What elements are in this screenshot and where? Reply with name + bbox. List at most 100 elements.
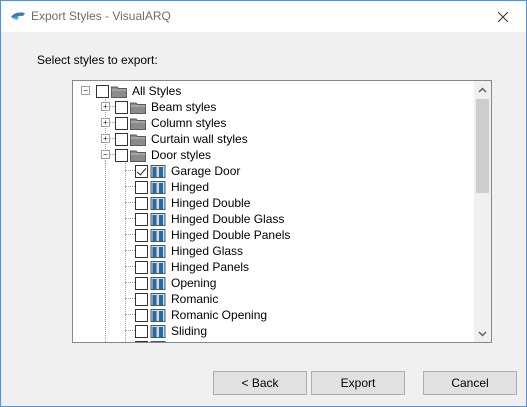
door-style-icon xyxy=(150,340,166,342)
checkbox[interactable] xyxy=(135,292,148,306)
checkbox[interactable] xyxy=(135,244,148,258)
door-style-icon xyxy=(150,276,166,290)
tree-node-label: Hinged Glass xyxy=(171,244,244,258)
dialog-window: Export Styles - VisualARQ Select styles … xyxy=(0,0,527,407)
tree-node-label: All Styles xyxy=(132,84,182,98)
tree-node-label: Hinged xyxy=(171,180,210,194)
checkbox[interactable] xyxy=(135,324,148,338)
tree-node-label: Beam styles xyxy=(151,100,217,114)
tree-line xyxy=(125,282,135,283)
expand-icon[interactable]: + xyxy=(101,102,110,111)
scroll-up-button[interactable] xyxy=(474,81,491,98)
tree-node-curtain-wall-styles[interactable]: Curtain wall styles xyxy=(115,131,248,147)
checkbox[interactable] xyxy=(135,212,148,226)
tree-node-beam-styles[interactable]: Beam styles xyxy=(115,99,216,115)
door-style-icon xyxy=(150,180,166,194)
folder-icon xyxy=(111,86,127,98)
checkbox[interactable] xyxy=(135,196,148,210)
door-style-icon xyxy=(150,292,166,306)
expand-icon[interactable]: + xyxy=(101,134,110,143)
close-icon xyxy=(498,11,508,22)
door-style-icon xyxy=(150,228,166,242)
checkbox[interactable] xyxy=(135,276,148,290)
scroll-down-button[interactable] xyxy=(474,325,491,342)
tree-node-door-item[interactable]: Hinged Double xyxy=(135,195,250,211)
checkbox[interactable] xyxy=(135,164,148,178)
tree-node-label: Column styles xyxy=(151,116,227,130)
tree-line xyxy=(125,266,135,267)
tree-node-label: Hinged Panels xyxy=(171,260,250,274)
folder-icon xyxy=(130,134,146,146)
tree-node-label: Opening xyxy=(171,276,217,290)
tree-node-label: Hinged Double Panels xyxy=(171,228,291,242)
checkbox[interactable] xyxy=(135,260,148,274)
tree-node-door-styles[interactable]: Door styles xyxy=(115,147,211,163)
tree-line xyxy=(125,330,135,331)
checkbox[interactable] xyxy=(135,340,148,342)
scrollbar-thumb[interactable] xyxy=(476,99,489,193)
close-button[interactable] xyxy=(480,1,526,32)
checkbox[interactable] xyxy=(135,180,148,194)
tree-node-door-item[interactable]: Hinged xyxy=(135,179,209,195)
tree-node-label: Hinged Double Glass xyxy=(171,212,285,226)
tree-node-label: Hinged Double xyxy=(171,196,251,210)
window-title: Export Styles - VisualARQ xyxy=(31,9,171,23)
chevron-down-icon xyxy=(478,330,487,337)
checkbox[interactable] xyxy=(115,148,128,162)
vertical-scrollbar[interactable] xyxy=(474,81,491,342)
tree-line xyxy=(125,170,135,171)
tree-line xyxy=(105,161,106,342)
tree-node-label: Romanic xyxy=(171,292,219,306)
title-bar[interactable]: Export Styles - VisualARQ xyxy=(1,1,526,32)
tree-node-column-styles[interactable]: Column styles xyxy=(115,115,226,131)
tree-node-all-styles[interactable]: All Styles xyxy=(96,83,181,99)
door-style-icon xyxy=(150,212,166,226)
checkbox[interactable] xyxy=(115,132,128,146)
visualarq-logo-icon xyxy=(11,12,25,20)
tree-node-door-item[interactable]: Opening xyxy=(135,275,216,291)
door-style-icon xyxy=(150,308,166,322)
cancel-button[interactable]: Cancel xyxy=(423,371,517,395)
prompt-label: Select styles to export: xyxy=(37,53,158,67)
chevron-up-icon xyxy=(478,86,487,93)
checkbox[interactable] xyxy=(135,308,148,322)
folder-icon xyxy=(130,102,146,114)
folder-icon xyxy=(130,118,146,130)
tree-line xyxy=(125,218,135,219)
tree-node-label: Curtain wall styles xyxy=(151,132,248,146)
tree-node-door-item-partial[interactable] xyxy=(135,339,171,342)
tree-node-label: Door styles xyxy=(151,148,212,162)
tree-line xyxy=(125,234,135,235)
door-style-icon xyxy=(150,324,166,338)
expand-icon[interactable]: + xyxy=(101,118,110,127)
tree-node-door-item[interactable]: Sliding xyxy=(135,323,207,339)
tree-line xyxy=(125,250,135,251)
styles-tree[interactable]: − All Styles + Beam styles + Column styl… xyxy=(72,80,492,343)
tree-line xyxy=(125,298,135,299)
tree-node-door-item[interactable]: Hinged Double Panels xyxy=(135,227,290,243)
checkbox[interactable] xyxy=(135,228,148,242)
tree-line xyxy=(125,202,135,203)
tree-node-label: Romanic Opening xyxy=(171,308,268,322)
collapse-icon[interactable]: − xyxy=(81,86,90,95)
checkbox[interactable] xyxy=(115,100,128,114)
tree-node-door-item[interactable]: Hinged Double Glass xyxy=(135,211,284,227)
tree-node-label: Sliding xyxy=(171,324,208,338)
door-style-icon xyxy=(150,164,166,178)
checkbox[interactable] xyxy=(115,116,128,130)
back-button[interactable]: < Back xyxy=(213,371,307,395)
door-style-icon xyxy=(150,260,166,274)
tree-node-label: Garage Door xyxy=(171,164,241,178)
tree-node-door-item[interactable]: Hinged Panels xyxy=(135,259,249,275)
door-style-icon xyxy=(150,196,166,210)
checkbox[interactable] xyxy=(96,84,109,98)
tree-node-door-item[interactable]: Romanic xyxy=(135,291,218,307)
tree-line xyxy=(125,186,135,187)
folder-icon xyxy=(130,150,146,162)
tree-node-door-item[interactable]: Romanic Opening xyxy=(135,307,267,323)
tree-line xyxy=(125,314,135,315)
collapse-icon[interactable]: − xyxy=(101,150,110,159)
tree-node-door-item[interactable]: Garage Door xyxy=(135,163,240,179)
tree-node-door-item[interactable]: Hinged Glass xyxy=(135,243,243,259)
export-button[interactable]: Export xyxy=(311,371,405,395)
